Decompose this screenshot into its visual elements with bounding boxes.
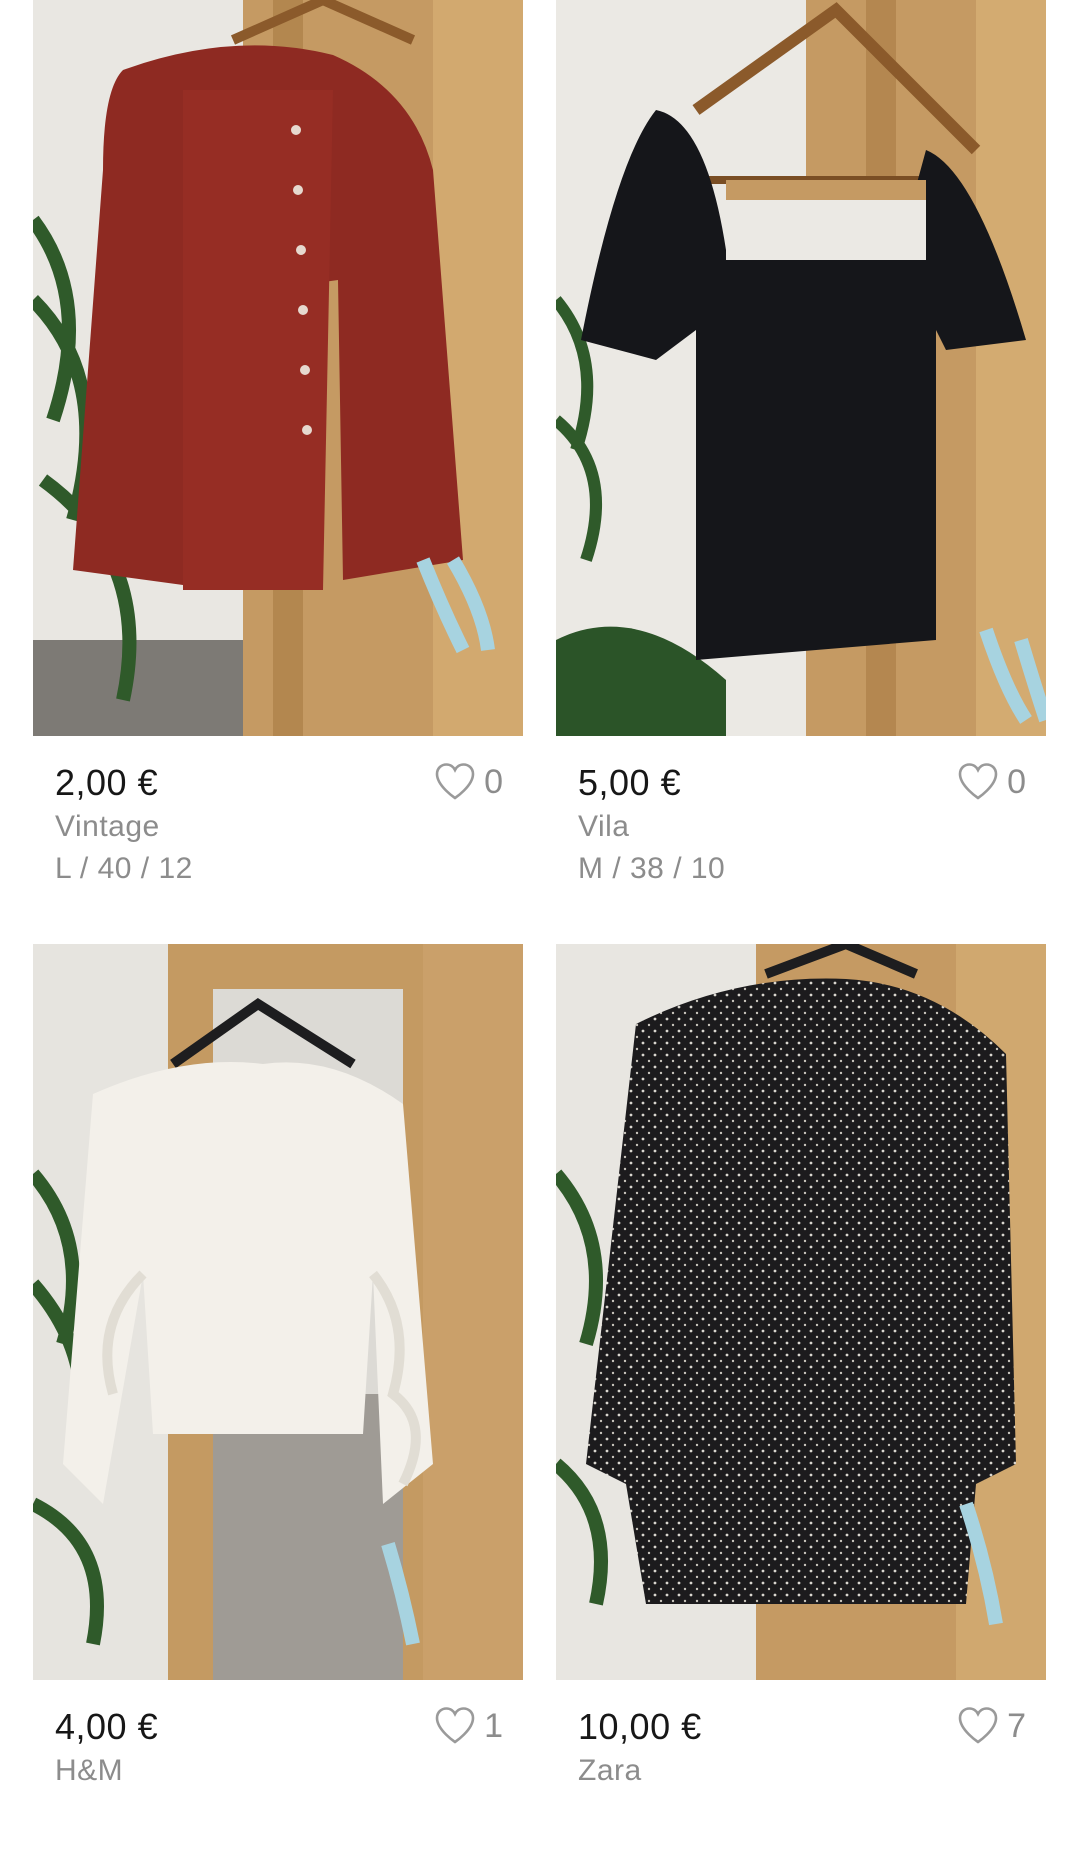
- item-meta: 4,00 € H&M 1: [33, 1680, 523, 1850]
- item-photo[interactable]: [33, 0, 523, 736]
- item-size: L / 40 / 12: [55, 852, 193, 885]
- item-photo[interactable]: [556, 944, 1046, 1680]
- item-photo[interactable]: [33, 944, 523, 1680]
- item-card[interactable]: 5,00 € Vila M / 38 / 10 0: [556, 0, 1046, 906]
- item-price: 4,00 €: [55, 1706, 159, 1747]
- item-photo[interactable]: [556, 0, 1046, 736]
- favourite-count: 7: [1007, 1706, 1026, 1745]
- item-size: M / 38 / 10: [578, 852, 726, 885]
- heart-icon: [435, 1707, 475, 1744]
- item-brand: Vintage: [55, 810, 160, 843]
- heart-icon: [435, 763, 475, 800]
- heart-icon: [958, 763, 998, 800]
- favourite-button[interactable]: 1: [434, 1706, 503, 1746]
- favourite-button[interactable]: 0: [957, 762, 1026, 802]
- item-meta: 2,00 € Vintage L / 40 / 12 0: [33, 736, 523, 906]
- favourite-button[interactable]: 0: [434, 762, 503, 802]
- item-brand: H&M: [55, 1754, 124, 1787]
- favourite-count: 1: [484, 1706, 503, 1745]
- item-brand: Vila: [578, 810, 630, 843]
- heart-icon: [958, 1707, 998, 1744]
- item-price: 2,00 €: [55, 762, 159, 803]
- item-brand: Zara: [578, 1754, 642, 1787]
- favourite-count: 0: [484, 762, 503, 801]
- item-price: 10,00 €: [578, 1706, 702, 1747]
- item-card[interactable]: 2,00 € Vintage L / 40 / 12 0: [33, 0, 523, 906]
- item-meta: 5,00 € Vila M / 38 / 10 0: [556, 736, 1046, 906]
- favourite-button[interactable]: 7: [957, 1706, 1026, 1746]
- item-grid: 2,00 € Vintage L / 40 / 12 0 5,00 € Vila…: [0, 0, 1066, 1798]
- item-price: 5,00 €: [578, 762, 682, 803]
- favourite-count: 0: [1007, 762, 1026, 801]
- item-card[interactable]: 10,00 € Zara 7: [556, 944, 1046, 1850]
- item-meta: 10,00 € Zara 7: [556, 1680, 1046, 1850]
- item-card[interactable]: 4,00 € H&M 1: [33, 944, 523, 1850]
